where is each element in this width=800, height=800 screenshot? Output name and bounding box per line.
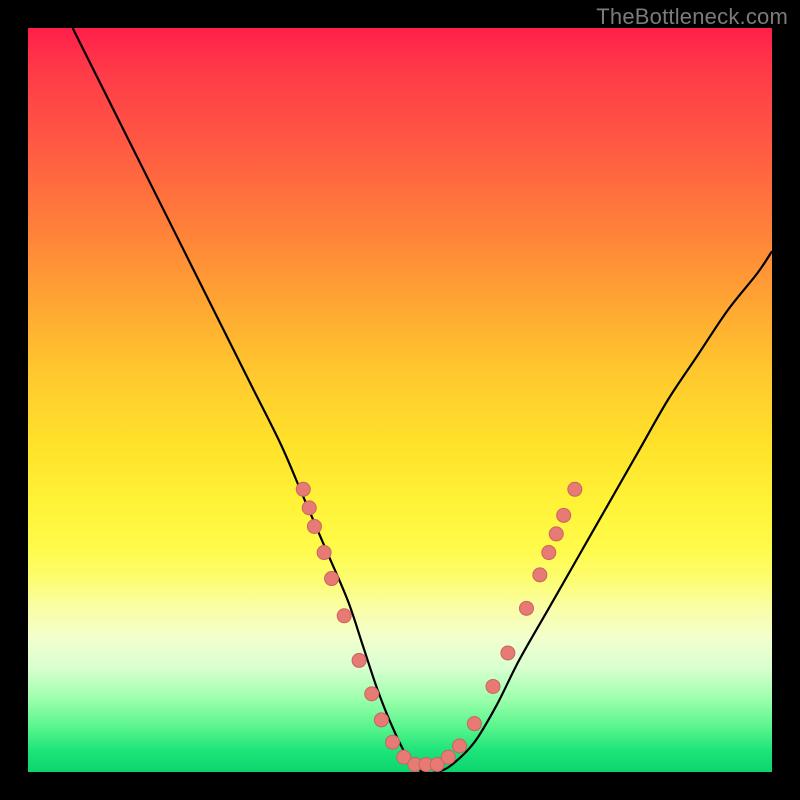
chart-frame: TheBottleneck.com: [0, 0, 800, 800]
bottleneck-curve: [73, 28, 772, 773]
watermark-text: TheBottleneck.com: [596, 4, 788, 30]
data-dot: [307, 519, 321, 533]
bottleneck-curve-svg: [28, 28, 772, 772]
data-dot: [501, 646, 515, 660]
data-dot: [519, 601, 533, 615]
data-dot: [386, 735, 400, 749]
data-dot: [533, 568, 547, 582]
data-dot: [325, 572, 339, 586]
data-dot: [352, 653, 366, 667]
data-dot: [549, 527, 563, 541]
data-dot: [302, 501, 316, 515]
data-dot: [542, 546, 556, 560]
data-dot: [337, 609, 351, 623]
data-dot: [365, 687, 379, 701]
data-dot: [453, 739, 467, 753]
data-dot: [374, 713, 388, 727]
data-dot: [296, 482, 310, 496]
data-dot: [557, 508, 571, 522]
data-dot: [467, 717, 481, 731]
data-dot: [317, 546, 331, 560]
data-dot: [486, 679, 500, 693]
plot-area: [28, 28, 772, 772]
data-dot: [441, 750, 455, 764]
data-dot: [568, 482, 582, 496]
